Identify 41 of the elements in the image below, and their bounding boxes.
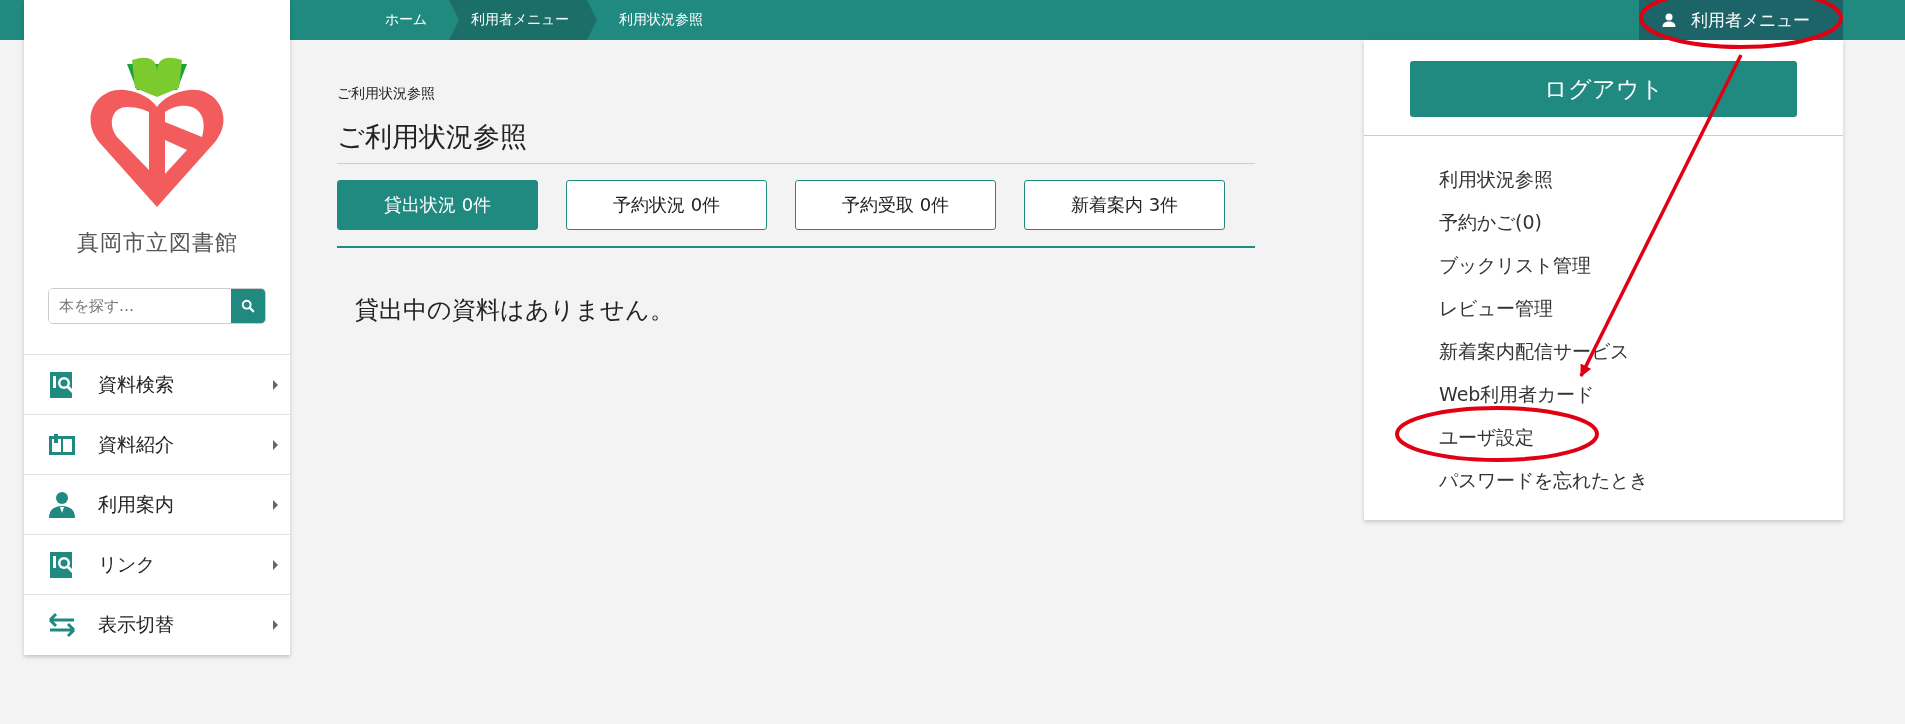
person-icon	[48, 490, 76, 519]
status-tab[interactable]: 予約受取 0件	[795, 180, 996, 230]
page-breadcrumb-title: ご利用状況参照	[337, 85, 436, 103]
swap-arrows-icon	[48, 610, 76, 639]
sidebar-menu-label: 資料検索	[98, 371, 175, 397]
search-button[interactable]	[231, 289, 265, 323]
breadcrumb-link[interactable]: 利用状況参照	[597, 0, 725, 40]
sidebar-menu-item[interactable]: 資料紹介	[24, 414, 290, 474]
sidebar-menu-label: リンク	[98, 551, 156, 577]
user-menu-button[interactable]: 利用者メニュー	[1639, 0, 1843, 40]
dropdown-menu-link[interactable]: 利用状況参照	[1439, 166, 1553, 193]
breadcrumb-link[interactable]: 利用者メニュー	[449, 0, 597, 40]
dropdown-menu-link[interactable]: レビュー管理	[1439, 295, 1553, 322]
person-icon	[1661, 12, 1677, 28]
empty-message: 貸出中の資料はありません。	[355, 295, 675, 326]
sidebar-menu-item[interactable]: 利用案内	[24, 474, 290, 534]
search-field[interactable]: 本を探す…	[48, 288, 266, 324]
sidebar-menu-item[interactable]: リンク	[24, 534, 290, 594]
dropdown-menu-link[interactable]: Web利用者カード	[1439, 381, 1595, 408]
sidebar-menu-label: 表示切替	[98, 611, 175, 637]
sidebar-menu-item[interactable]: 表示切替	[24, 594, 290, 654]
breadcrumb-link[interactable]: ホーム	[290, 0, 449, 40]
dropdown-menu-link[interactable]: ユーザ設定	[1439, 424, 1534, 451]
search-icon	[241, 299, 255, 313]
status-tab[interactable]: 貸出状況 0件	[337, 180, 538, 230]
caret-icon	[273, 379, 278, 390]
dropdown-menu-link[interactable]: パスワードを忘れたとき	[1439, 467, 1648, 494]
status-tab[interactable]: 予約状況 0件	[566, 180, 767, 230]
dropdown-menu-link[interactable]: 予約かご(0)	[1439, 209, 1542, 236]
caret-icon	[273, 439, 278, 450]
sidebar-menu-label: 資料紹介	[98, 431, 175, 457]
sidebar-menu-label: 利用案内	[98, 491, 175, 517]
caret-icon	[273, 499, 278, 510]
logout-button[interactable]: ログアウト	[1410, 61, 1797, 117]
dropdown-menu-link[interactable]: ブックリスト管理	[1439, 252, 1591, 279]
caret-icon	[273, 619, 278, 630]
caret-icon	[273, 559, 278, 570]
sidebar-menu-item[interactable]: 資料検索	[24, 354, 290, 414]
status-tab[interactable]: 新着案内 3件	[1024, 180, 1225, 230]
library-name: 真岡市立図書館	[76, 229, 238, 257]
page-title: ご利用状況参照	[337, 119, 1255, 164]
